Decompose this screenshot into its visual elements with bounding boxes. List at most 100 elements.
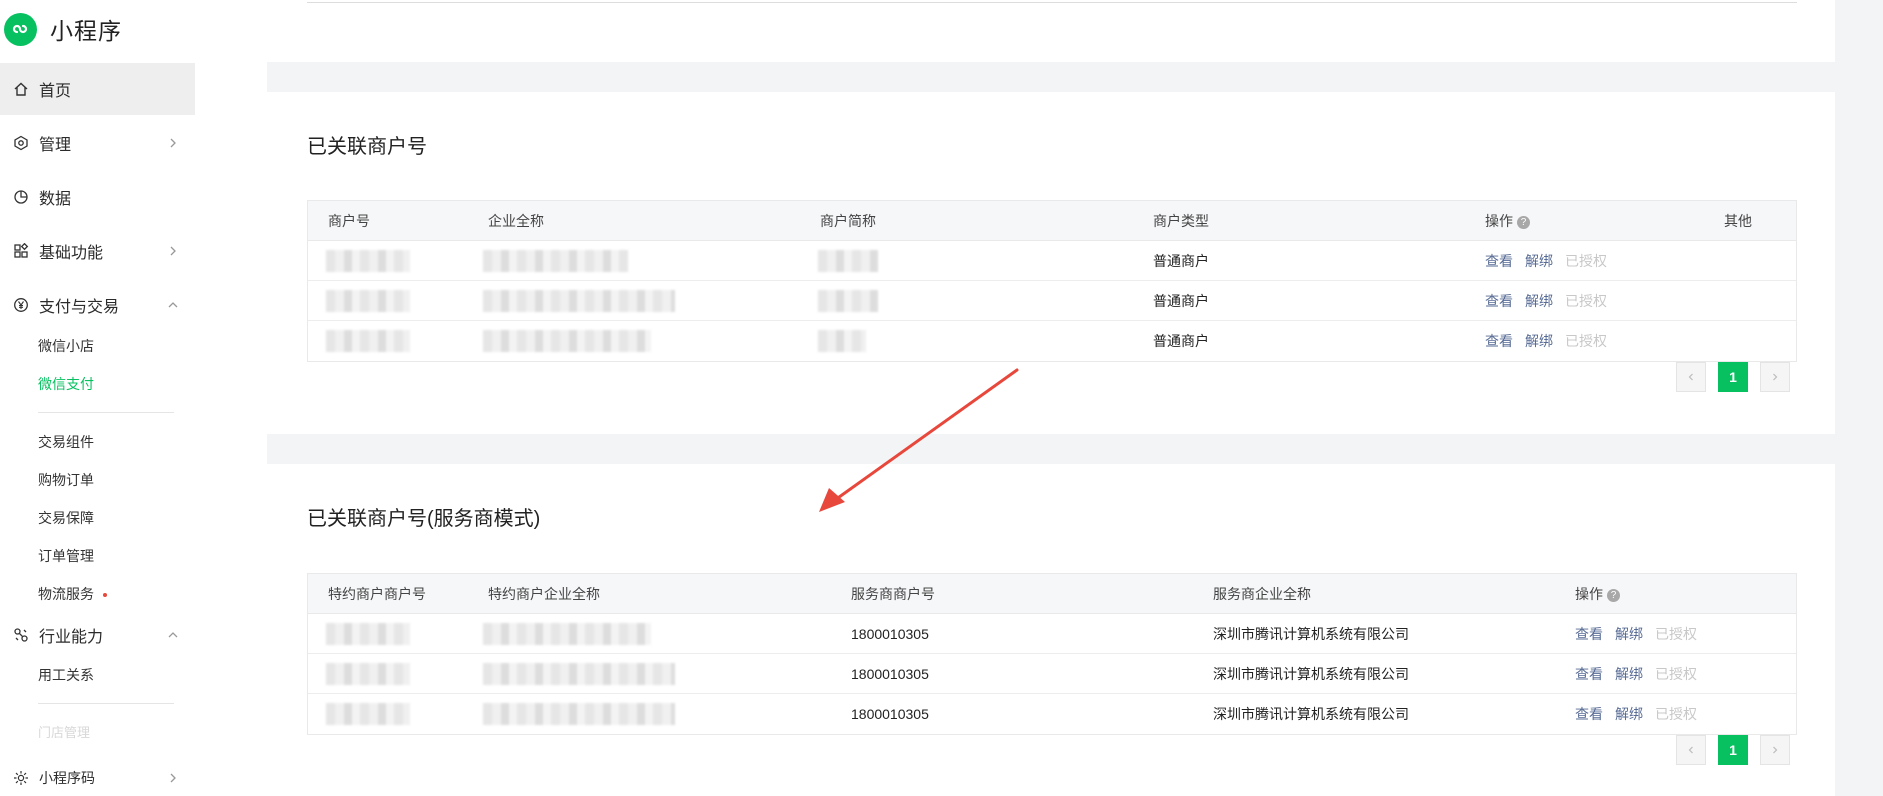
table-row: 普通商户 查看 解绑 已授权 (308, 321, 1796, 361)
redacted-merchant-id (326, 250, 410, 272)
column-header: 商户简称 (820, 213, 876, 229)
authorized-label: 已授权 (1655, 626, 1697, 642)
row-actions: 查看 解绑 已授权 (1485, 321, 1607, 361)
sidebar-sub-trade-guarantee[interactable]: 交易保障 (38, 508, 94, 528)
table-row: 普通商户 查看 解绑 已授权 (308, 281, 1796, 321)
redacted-company-name (483, 290, 675, 312)
sidebar-item-label: 支付与交易 (39, 299, 120, 316)
next-page-button[interactable] (1760, 735, 1790, 765)
table-row: 普通商户 查看 解绑 已授权 (308, 241, 1796, 281)
table-header: 商户号 企业全称 商户简称 商户类型 操作? 其他 (308, 201, 1796, 241)
redacted-sub-merchant-id (326, 623, 410, 645)
column-header-actions: 操作? (1485, 201, 1530, 241)
brand[interactable]: 小程序 (4, 12, 122, 46)
redacted-merchant-id (326, 290, 410, 312)
qrcode-sun-icon (12, 769, 30, 787)
page-number-button[interactable]: 1 (1718, 362, 1748, 392)
sidebar-item-data[interactable]: 数据 (0, 171, 195, 223)
view-link[interactable]: 查看 (1485, 333, 1513, 349)
sidebar-item-industry[interactable]: 行业能力 (0, 609, 195, 661)
column-header: 商户类型 (1153, 213, 1209, 229)
table-row: 1800010305 深圳市腾讯计算机系统有限公司 查看 解绑 已授权 (308, 654, 1796, 694)
row-actions: 查看 解绑 已授权 (1575, 654, 1697, 694)
view-link[interactable]: 查看 (1485, 253, 1513, 269)
authorized-label: 已授权 (1655, 706, 1697, 722)
mini-program-logo-icon (4, 12, 37, 46)
home-icon (12, 80, 30, 98)
merchant-type: 普通商户 (1153, 333, 1209, 349)
section-title: 已关联商户号(服务商模式) (307, 508, 541, 530)
row-actions: 查看 解绑 已授权 (1575, 614, 1697, 654)
sidebar-sub-shopping-orders[interactable]: 购物订单 (38, 470, 94, 490)
column-header-label: 操作 (1575, 586, 1603, 602)
authorized-label: 已授权 (1565, 293, 1607, 309)
industry-icon (12, 626, 30, 644)
redacted-company-name (483, 330, 651, 352)
sidebar-item-label: 小程序码 (39, 770, 95, 786)
redacted-sub-merchant-id (326, 663, 410, 685)
view-link[interactable]: 查看 (1575, 706, 1603, 722)
prev-page-button[interactable] (1676, 735, 1706, 765)
sidebar-item-label: 行业能力 (39, 629, 104, 646)
sidebar-item-basic-features[interactable]: 基础功能 (0, 225, 195, 277)
previous-table-edge (307, 0, 1797, 3)
redacted-sub-merchant-id (326, 703, 410, 725)
unbind-link[interactable]: 解绑 (1525, 293, 1553, 309)
sp-company-name: 深圳市腾讯计算机系统有限公司 (1213, 706, 1409, 722)
unbind-link[interactable]: 解绑 (1525, 253, 1553, 269)
sp-company-name: 深圳市腾讯计算机系统有限公司 (1213, 666, 1409, 682)
pagination: 1 (1664, 735, 1790, 765)
sidebar-item-qrcode[interactable]: 小程序码 (12, 766, 176, 790)
help-icon[interactable]: ? (1517, 215, 1530, 229)
sidebar-sub-employment[interactable]: 用工关系 (38, 665, 94, 685)
column-header-actions: 操作? (1575, 574, 1620, 614)
unbind-link[interactable]: 解绑 (1525, 333, 1553, 349)
sidebar-item-label: 基础功能 (39, 245, 104, 262)
column-header: 商户号 (328, 213, 370, 229)
sidebar-sub-trade-component[interactable]: 交易组件 (38, 432, 94, 452)
authorized-label: 已授权 (1565, 333, 1607, 349)
sidebar-item-label: 数据 (39, 191, 72, 208)
sidebar-item-home[interactable]: 首页 (0, 63, 195, 115)
chevron-right-icon (163, 241, 183, 261)
sidebar-item-manage[interactable]: 管理 (0, 117, 195, 169)
column-header: 服务商企业全称 (1213, 586, 1311, 602)
redacted-merchant-id (326, 330, 410, 352)
row-actions: 查看 解绑 已授权 (1485, 241, 1607, 281)
sp-merchant-id: 1800010305 (851, 706, 929, 722)
main-content: 已关联商户号 商户号 企业全称 商户简称 商户类型 操作? 其他 普通商户 查看… (267, 0, 1835, 796)
sidebar-item-label: 管理 (39, 137, 72, 154)
sidebar-sub-wechat-pay[interactable]: 微信支付 (38, 374, 94, 394)
unbind-link[interactable]: 解绑 (1615, 666, 1643, 682)
help-icon[interactable]: ? (1607, 588, 1620, 602)
sp-merchant-id: 1800010305 (851, 666, 929, 682)
notification-dot (103, 593, 107, 598)
redacted-short-name (818, 250, 878, 272)
redacted-short-name (818, 330, 866, 352)
linked-merchants-card: 已关联商户号 商户号 企业全称 商户简称 商户类型 操作? 其他 普通商户 查看… (267, 92, 1835, 434)
sidebar-sub-label: 物流服务 (38, 586, 94, 602)
view-link[interactable]: 查看 (1575, 666, 1603, 682)
row-actions: 查看 解绑 已授权 (1575, 694, 1697, 734)
next-page-button[interactable] (1760, 362, 1790, 392)
view-link[interactable]: 查看 (1485, 293, 1513, 309)
sidebar-sub-wechat-store[interactable]: 微信小店 (38, 336, 94, 356)
yen-icon (12, 296, 30, 314)
section-title: 已关联商户号 (307, 136, 427, 158)
sidebar-sub-logistics[interactable]: 物流服务 (38, 584, 107, 604)
service-provider-merchants-card: 已关联商户号(服务商模式) 特约商户商户号 特约商户企业全称 服务商商户号 服务… (267, 464, 1835, 796)
authorized-label: 已授权 (1655, 666, 1697, 682)
prev-page-button[interactable] (1676, 362, 1706, 392)
sidebar-item-payment-trade[interactable]: 支付与交易 (0, 279, 195, 331)
sidebar-sub-order-management[interactable]: 订单管理 (38, 546, 94, 566)
chevron-up-icon (163, 295, 183, 315)
view-link[interactable]: 查看 (1575, 626, 1603, 642)
service-provider-merchants-table: 特约商户商户号 特约商户企业全称 服务商商户号 服务商企业全称 操作? 1800… (307, 573, 1797, 735)
unbind-link[interactable]: 解绑 (1615, 706, 1643, 722)
page-number-button[interactable]: 1 (1718, 735, 1748, 765)
manage-icon (12, 134, 30, 152)
row-actions: 查看 解绑 已授权 (1485, 281, 1607, 321)
sidebar: 小程序 首页 管理 数据 基础功能 支付与交易 微信小店 微信支付 交易组件 购… (0, 0, 267, 796)
unbind-link[interactable]: 解绑 (1615, 626, 1643, 642)
previous-section-card (267, 0, 1835, 62)
